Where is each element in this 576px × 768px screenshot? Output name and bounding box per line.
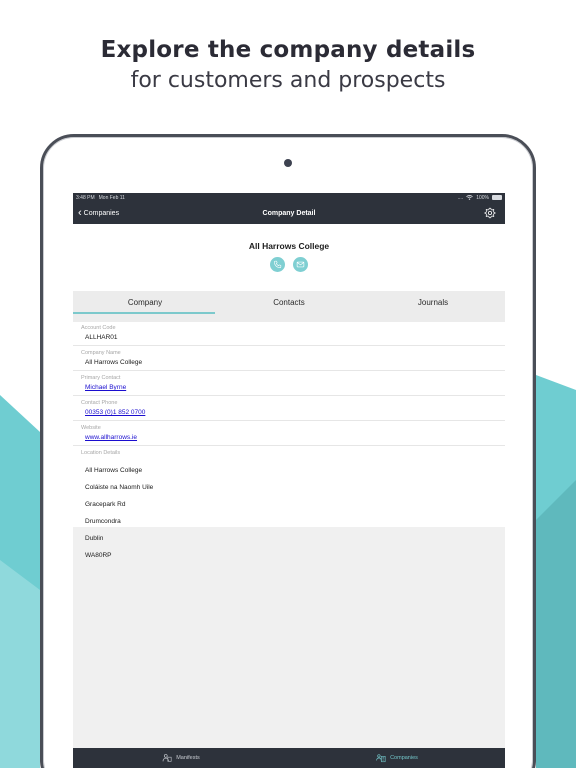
promo-subheadline: for customers and prospects	[130, 68, 446, 93]
company-title: All Harrows College	[248, 241, 330, 251]
bottom-tab-label: Manifests	[176, 755, 200, 761]
address-line: WA80RP	[85, 551, 112, 559]
bottom-tab-companies[interactable]: Companies	[289, 748, 505, 768]
companies-icon	[376, 754, 386, 763]
wifi-icon	[466, 195, 474, 200]
status-right: .... 100%	[458, 195, 502, 201]
tab-contacts[interactable]: Contacts	[217, 291, 361, 322]
app-screen: 3:48 PM Mon Feb 11 .... 100% ‹ Companies…	[73, 193, 505, 768]
signal-indicator: ....	[457, 194, 464, 201]
field-label: Location Details	[81, 450, 121, 456]
back-button-label: Companies	[83, 209, 120, 217]
navigation-bar: ‹ Companies Company Detail	[73, 202, 505, 224]
bottom-tab-bar: Manifests Companies	[73, 748, 505, 768]
back-button[interactable]: ‹ Companies	[78, 202, 119, 224]
bottom-tab-label: Companies	[390, 755, 418, 761]
field-location-details: Location Details All Harrows College Col…	[73, 446, 505, 559]
address-line: Dublin	[85, 534, 104, 542]
bottom-tab-manifests[interactable]: Manifests	[73, 748, 289, 768]
status-time: 3:48 PM	[76, 194, 95, 201]
gear-icon[interactable]	[484, 207, 496, 219]
company-details-list: Account Code ALLHAR01 Company Name All H…	[73, 321, 505, 559]
field-value: ALLHAR01	[85, 334, 118, 341]
battery-icon	[492, 195, 502, 200]
field-primary-contact: Primary Contact Michael Byrne	[73, 371, 505, 396]
company-header: All Harrows College	[73, 224, 505, 291]
promo-headline-block: Explore the company details for customer…	[0, 34, 576, 96]
battery-text: 100%	[476, 194, 489, 201]
field-contact-phone: Contact Phone 00353 (0)1 852 0700	[73, 396, 505, 421]
tab-journals[interactable]: Journals	[361, 291, 505, 322]
field-label: Account Code	[81, 325, 116, 331]
address-line: Coláiste na Naomh Uile	[85, 483, 154, 491]
field-label: Contact Phone	[81, 400, 118, 406]
field-label: Website	[81, 425, 101, 431]
tab-company[interactable]: Company	[73, 291, 217, 322]
primary-contact-link[interactable]: Michael Byrne	[85, 384, 126, 391]
camera-dot	[284, 159, 292, 167]
nav-title: Company Detail	[262, 209, 316, 217]
promo-headline: Explore the company details	[100, 37, 476, 63]
status-date: Mon Feb 11	[98, 194, 125, 201]
email-button[interactable]	[293, 257, 308, 272]
field-website: Website www.allharrows.ie	[73, 421, 505, 446]
field-value: All Harrows College	[85, 359, 143, 366]
field-company-name: Company Name All Harrows College	[73, 346, 505, 371]
website-link[interactable]: www.allharrows.ie	[85, 434, 137, 441]
field-label: Company Name	[81, 350, 121, 356]
detail-tabs: Company Contacts Journals	[73, 291, 505, 322]
active-tab-indicator	[73, 312, 215, 314]
contact-actions	[73, 257, 505, 272]
address-line: Gracepark Rd	[85, 500, 126, 508]
address-line: All Harrows College	[85, 466, 143, 474]
mail-icon	[296, 261, 305, 268]
phone-link[interactable]: 00353 (0)1 852 0700	[85, 409, 145, 416]
field-label: Primary Contact	[81, 375, 121, 381]
status-bar: 3:48 PM Mon Feb 11 .... 100%	[73, 193, 505, 202]
chevron-left-icon: ‹	[78, 207, 82, 219]
manifests-icon	[162, 754, 172, 762]
call-button[interactable]	[270, 257, 285, 272]
address-line: Drumcondra	[85, 517, 121, 525]
field-account-code: Account Code ALLHAR01	[73, 321, 505, 346]
phone-icon	[274, 260, 282, 268]
address-block: All Harrows College Coláiste na Naomh Ui…	[81, 458, 497, 569]
